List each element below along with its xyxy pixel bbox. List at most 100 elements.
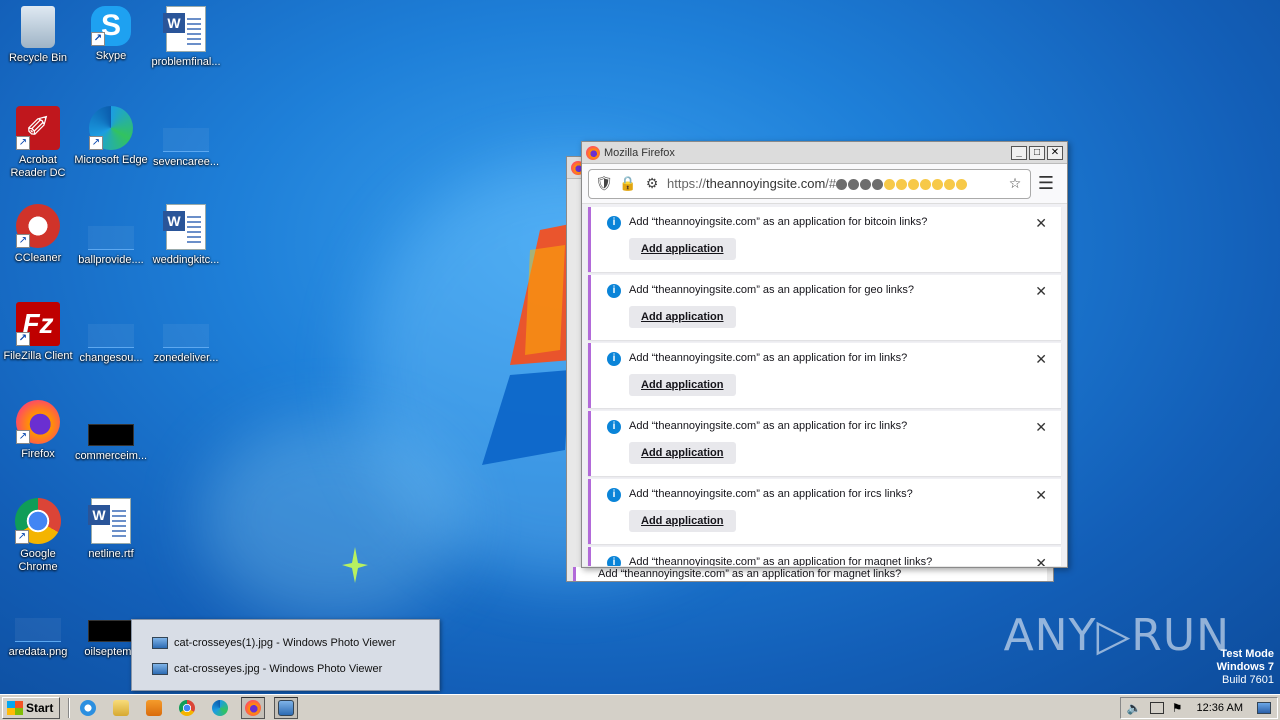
photo-viewer-icon xyxy=(152,663,168,675)
url-dot xyxy=(884,179,896,191)
close-icon[interactable]: ✕ xyxy=(1035,351,1047,368)
url-dot xyxy=(932,179,944,191)
edge-icon xyxy=(212,699,229,716)
taskbar-ie[interactable] xyxy=(76,697,100,719)
edge-icon: ↗ xyxy=(89,106,133,150)
add-application-button[interactable]: Add application xyxy=(629,510,736,532)
desktop-icon-edge[interactable]: ↗ Microsoft Edge xyxy=(73,106,149,167)
desktop-icon-problemfinal[interactable]: W problemfinal... xyxy=(148,6,224,69)
test-mode-label: Test Mode Windows 7 Build 7601 xyxy=(1216,648,1274,686)
word-document-icon: W xyxy=(163,6,206,52)
start-button[interactable]: Start xyxy=(2,696,61,719)
close-button[interactable]: ✕ xyxy=(1047,145,1063,160)
chrome-icon xyxy=(179,699,196,716)
action-center-flag-icon[interactable]: ⚑ xyxy=(1172,701,1183,715)
url-dot xyxy=(860,179,872,191)
close-icon[interactable]: ✕ xyxy=(1035,555,1047,566)
notification-message: Add “theannoyingsite.com” as an applicat… xyxy=(629,216,928,228)
taskbar-photo-viewer[interactable] xyxy=(274,696,299,719)
taskbar-edge[interactable] xyxy=(208,697,232,719)
lock-icon[interactable]: 🔒 xyxy=(619,175,637,193)
shield-icon[interactable]: 🛡 xyxy=(595,175,613,193)
add-application-button[interactable]: Add application xyxy=(629,442,736,464)
image-file-icon xyxy=(88,620,134,642)
info-icon: i xyxy=(607,420,621,434)
anyrun-watermark: ANY▷RUN xyxy=(1003,610,1230,661)
firefox-icon xyxy=(586,145,600,160)
network-icon[interactable] xyxy=(1149,701,1164,714)
taskbar-media-player[interactable] xyxy=(142,697,166,719)
ccleaner-icon: ↗ xyxy=(16,204,60,248)
chrome-icon: ↗ xyxy=(15,498,61,544)
close-icon[interactable]: ✕ xyxy=(1035,419,1047,436)
desktop-icon-acrobat[interactable]: ✐ ↗ Acrobat Reader DC xyxy=(0,106,76,180)
volume-icon[interactable]: 🔈 xyxy=(1127,701,1142,715)
info-icon: i xyxy=(607,488,621,502)
taskbar: Start 🔈 ⚑ 12:36 AM xyxy=(0,694,1280,720)
taskbar-firefox[interactable] xyxy=(241,696,266,719)
close-icon[interactable]: ✕ xyxy=(1035,487,1047,504)
permissions-icon[interactable]: ⚙ xyxy=(643,175,661,193)
url-dot xyxy=(908,179,920,191)
windows-flag-icon xyxy=(7,700,23,715)
minimize-button[interactable]: _ xyxy=(1011,145,1027,160)
firefox-window[interactable]: Mozilla Firefox _ □ ✕ 🛡 🔒 ⚙ https://thea… xyxy=(581,141,1068,568)
blank-file-icon xyxy=(88,226,134,250)
desktop-icon-commerceim[interactable]: commerceim... xyxy=(73,400,149,463)
desktop-icon-chrome[interactable]: ↗ Google Chrome xyxy=(0,498,76,574)
desktop-icon-netline[interactable]: W netline.rtf xyxy=(73,498,149,561)
blank-file-icon xyxy=(15,618,61,642)
filezilla-icon: Fz ↗ xyxy=(16,302,60,346)
url-dot xyxy=(944,179,956,191)
taskbar-explorer[interactable] xyxy=(109,697,133,719)
notification-bar: i Add “theannoyingsite.com” as an applica… xyxy=(588,343,1061,408)
add-application-button[interactable]: Add application xyxy=(629,238,736,260)
hamburger-menu-icon[interactable]: ☰ xyxy=(1031,173,1061,194)
bookmark-star-icon[interactable]: ☆ xyxy=(1006,175,1024,193)
recycle-bin-icon xyxy=(21,6,55,48)
url-emoji-dots xyxy=(836,179,968,191)
word-document-icon: W xyxy=(88,498,131,544)
url-dot xyxy=(920,179,932,191)
word-document-icon: W xyxy=(163,204,206,250)
desktop-icon-aredata[interactable]: aredata.png xyxy=(0,596,76,659)
desktop-icon-weddingkitc[interactable]: W weddingkitc... xyxy=(148,204,224,267)
notification-bar: i Add “theannoyingsite.com” as an applica… xyxy=(588,479,1061,544)
url-dot xyxy=(956,179,968,191)
desktop-icon-changesou[interactable]: changesou... xyxy=(73,302,149,365)
clock[interactable]: 12:36 AM xyxy=(1197,702,1243,714)
info-icon: i xyxy=(607,556,621,566)
taskbar-chrome[interactable] xyxy=(175,697,199,719)
firefox-icon xyxy=(245,699,262,716)
image-file-icon xyxy=(88,424,134,446)
url-dot xyxy=(836,179,848,191)
show-desktop-icon[interactable] xyxy=(1257,701,1271,714)
folder-icon xyxy=(113,699,130,716)
desktop-icon-firefox[interactable]: ↗ Firefox xyxy=(0,400,76,461)
info-icon: i xyxy=(607,352,621,366)
title-bar[interactable]: Mozilla Firefox _ □ ✕ xyxy=(582,142,1067,164)
popup-item-photo-viewer-1[interactable]: cat-crosseyes(1).jpg - Windows Photo Vie… xyxy=(132,630,439,656)
desktop-icon-zonedeliver[interactable]: zonedeliver... xyxy=(148,302,224,365)
close-icon[interactable]: ✕ xyxy=(1035,283,1047,300)
close-icon[interactable]: ✕ xyxy=(1035,215,1047,232)
url-dot xyxy=(848,179,860,191)
desktop: Recycle Bin ✐ ↗ Acrobat Reader DC ↗ CClea… xyxy=(0,0,1280,694)
desktop-icon-skype[interactable]: S ↗ Skype xyxy=(73,6,149,63)
blank-file-icon xyxy=(88,324,134,348)
wallpaper-sparkle-icon xyxy=(342,547,368,583)
popup-item-photo-viewer-2[interactable]: cat-crosseyes.jpg - Windows Photo Viewer xyxy=(132,656,439,682)
add-application-button[interactable]: Add application xyxy=(629,306,736,328)
media-player-icon xyxy=(146,699,163,716)
url-text[interactable]: https://theannoyingsite.com/# xyxy=(667,176,1000,191)
firefox-icon: ↗ xyxy=(16,400,60,444)
desktop-icon-recycle-bin[interactable]: Recycle Bin xyxy=(0,6,76,65)
desktop-icon-filezilla[interactable]: Fz ↗ FileZilla Client xyxy=(0,302,76,363)
maximize-button[interactable]: □ xyxy=(1029,145,1045,160)
url-bar[interactable]: 🛡 🔒 ⚙ https://theannoyingsite.com/# ☆ xyxy=(588,168,1031,199)
desktop-icon-ccleaner[interactable]: ↗ CCleaner xyxy=(0,204,76,265)
desktop-icon-ballprovide[interactable]: ballprovide.... xyxy=(73,204,149,267)
nav-bar: 🛡 🔒 ⚙ https://theannoyingsite.com/# ☆ ☰ xyxy=(582,164,1067,204)
desktop-icon-sevencaree[interactable]: sevencaree... xyxy=(148,106,224,169)
add-application-button[interactable]: Add application xyxy=(629,374,736,396)
